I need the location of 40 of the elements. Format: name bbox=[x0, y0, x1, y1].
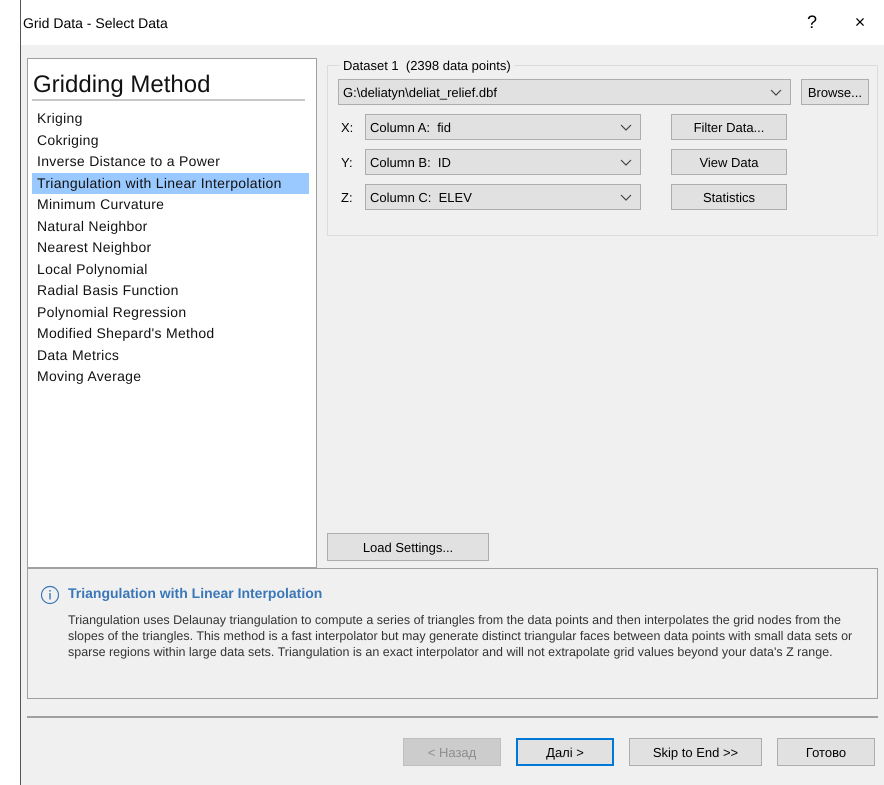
method-item[interactable]: Modified Shepard's Method bbox=[32, 323, 309, 344]
chevron-down-icon bbox=[770, 88, 782, 96]
info-title: Triangulation with Linear Interpolation bbox=[68, 585, 324, 601]
window-title: Grid Data - Select Data bbox=[23, 14, 169, 30]
chevron-down-icon bbox=[620, 158, 632, 166]
chevron-down-icon bbox=[620, 124, 632, 130]
column-combo-box[interactable]: Column C: ELEV bbox=[365, 184, 641, 210]
method-item[interactable]: Triangulation with Linear Interpolation bbox=[32, 172, 309, 194]
load-settings-button[interactable]: Load Settings... bbox=[327, 533, 489, 561]
method-item[interactable]: Nearest Neighbor bbox=[32, 237, 309, 258]
method-item[interactable]: Cokriging bbox=[32, 130, 309, 151]
info-icon bbox=[40, 585, 60, 605]
method-item[interactable]: Local Polynomial bbox=[32, 258, 309, 280]
method-item[interactable]: Minimum Curvature bbox=[32, 194, 309, 216]
group-title: Dataset 1 (2398 data points) bbox=[342, 58, 512, 73]
method-item[interactable]: Moving Average bbox=[32, 366, 309, 388]
method-item[interactable]: Kriging bbox=[32, 108, 309, 130]
axis-label: Y: bbox=[340, 154, 354, 170]
file-combo-box[interactable]: G:\deliatyn\deliat_relief.dbf bbox=[338, 79, 791, 105]
method-item[interactable]: Natural Neighbor bbox=[32, 216, 309, 237]
data-button[interactable]: Statistics bbox=[671, 184, 787, 210]
column-combo-box[interactable]: Column B: ID bbox=[365, 149, 641, 175]
list-heading: Gridding Method bbox=[32, 71, 305, 101]
chevron-down-icon bbox=[620, 194, 632, 200]
info-text: Triangulation uses Delaunay triangulation to compute a series of triangles from the data points and then interpolates the grid nodes from the slopes of the triangles. This method is a fast interpolator but may generate distinct triangular faces between data points with small data sets or sparse regions within large data sets. Triangulation is an exact interpolator and will not extrapolate grid values beyond your data's Z range. bbox=[68, 612, 854, 660]
method-item[interactable]: Data Metrics bbox=[32, 344, 309, 366]
method-item[interactable]: Inverse Distance to a Power bbox=[32, 151, 309, 172]
close-button[interactable]: × bbox=[836, 2, 884, 42]
help-button[interactable]: ? bbox=[788, 2, 836, 42]
axis-label: X: bbox=[340, 120, 354, 134]
data-button[interactable]: View Data bbox=[671, 149, 787, 175]
data-button[interactable]: Filter Data... bbox=[671, 114, 787, 140]
axis-label: Z: bbox=[340, 190, 354, 204]
browse-button[interactable]: Browse... bbox=[800, 79, 869, 105]
method-item[interactable]: Polynomial Regression bbox=[32, 302, 309, 323]
column-combo-box[interactable]: Column A: fid bbox=[365, 114, 641, 140]
wizard-button[interactable]: Skip to End >> bbox=[629, 738, 762, 766]
method-item[interactable]: Radial Basis Function bbox=[32, 280, 309, 302]
wizard-button[interactable]: Готово bbox=[777, 738, 875, 766]
wizard-button[interactable]: Далі > bbox=[516, 738, 614, 766]
